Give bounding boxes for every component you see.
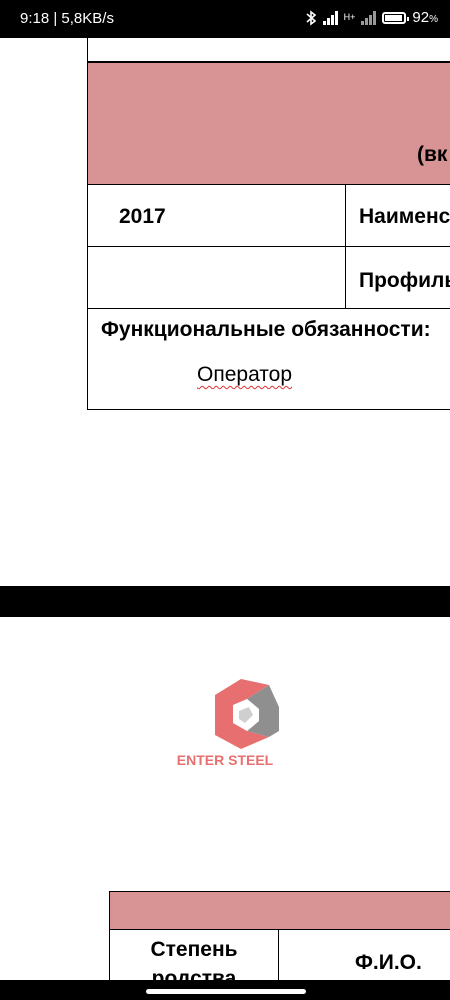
document-page-1: (вк 2017 Наименс Профиль Функциональные … [0,38,450,586]
profile-label: Профиль [359,269,450,292]
bluetooth-icon [306,9,316,26]
signal-icon-secondary [361,10,377,25]
kinship-header-cell: Степень родства [109,929,279,980]
logo-text: ENTER STEEL [176,752,274,768]
signal-icon [322,10,338,25]
name-label: Наименс [359,205,450,228]
battery-fill [385,14,403,21]
year-cell: 2017 [87,184,346,247]
empty-cell [87,246,346,309]
battery-value: 92 [412,9,430,26]
fio-header: Ф.И.О. [355,951,422,974]
header-text-partial: (вк [417,143,448,166]
profile-label-cell: Профиль [345,246,450,309]
table-header-cell: (вк [87,62,450,185]
status-time: 9:18 | 5,8KB/s [20,10,114,27]
document-page-2: ENTER STEEL Степень родства Ф.И.О. [0,617,450,980]
status-bar: 9:18 | 5,8KB/s H+ 92% [0,0,450,38]
percent-sign: % [429,14,438,25]
table-header-cell-2 [109,891,450,930]
home-gesture-bar[interactable] [146,989,306,994]
year-value: 2017 [119,205,166,228]
duties-label: Функциональные обязанности: [101,318,431,341]
network-type-label: H+ [343,12,356,22]
table-top-row [87,38,450,62]
duties-cell: Функциональные обязанности: Оператор [87,308,450,410]
kinship-header: Степень родства [150,938,238,980]
fio-header-cell: Ф.И.О. [278,929,450,980]
battery-percent: 92% [412,9,438,26]
duties-value: Оператор [197,363,293,386]
battery-icon [382,11,410,24]
status-icons: H+ 92% [305,9,438,26]
enter-steel-logo-icon [215,679,279,749]
name-label-cell: Наименс [345,184,450,247]
